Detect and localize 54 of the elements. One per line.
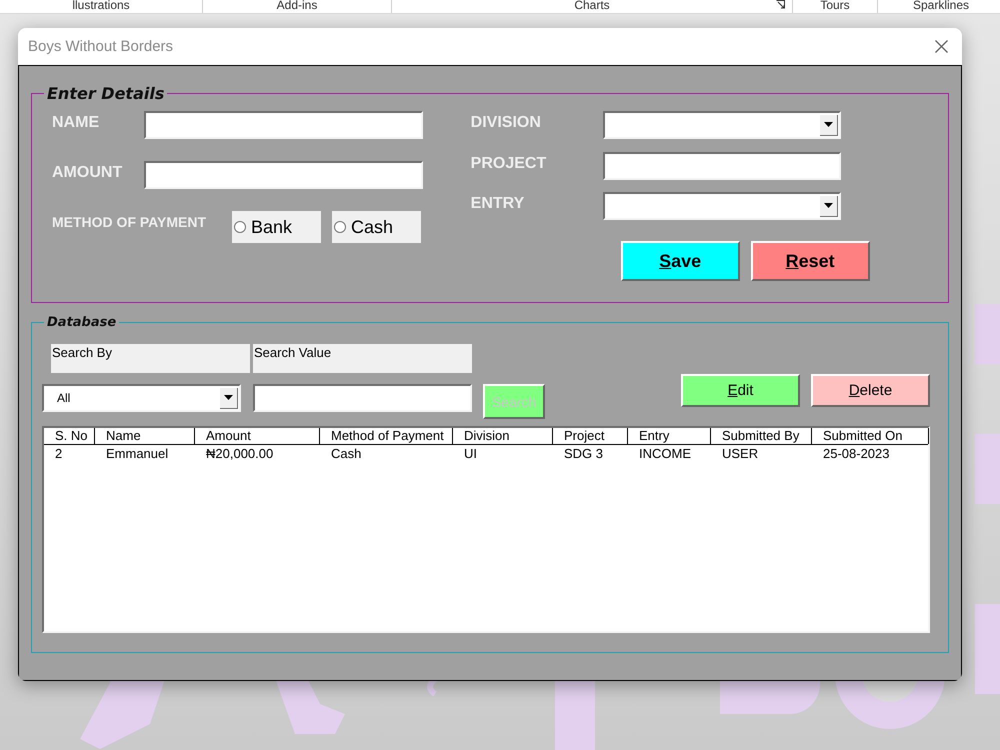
action-button[interactable]: Edit [681, 374, 800, 407]
table-cell-text: ₦20,000.00 [205, 445, 274, 462]
table-cell-text: 2 [54, 445, 64, 462]
dropdown-arrow-icon[interactable] [224, 395, 233, 400]
field-label: ENTRY [470, 194, 526, 213]
column-header[interactable]: Name [95, 428, 195, 444]
window-title: Boys Without Borders [28, 38, 174, 55]
table-cell-text: SDG 3 [563, 445, 604, 462]
field-label: NAME [52, 113, 100, 132]
ribbon-group-label: llustrations [72, 0, 130, 11]
ribbon-group-label: Sparklines [912, 0, 970, 11]
column-header[interactable]: Division [453, 428, 553, 444]
input-field[interactable] [602, 152, 841, 180]
input-field[interactable] [144, 161, 423, 189]
frame-title: Database [46, 315, 118, 330]
input-field[interactable] [144, 111, 423, 139]
field-label: DIVISION [470, 113, 542, 132]
table-cell-text: Cash [330, 445, 362, 462]
dropdown-arrow-icon[interactable] [824, 203, 833, 208]
ribbon-group-label: Charts [574, 0, 610, 11]
dialog-launcher-icon[interactable] [776, 0, 786, 9]
table-cell-text: 25-08-2023 [822, 445, 890, 462]
field-label: AMOUNT [52, 163, 124, 182]
column-header[interactable]: Method of Payment [320, 428, 453, 444]
dropdown-field[interactable] [602, 192, 841, 220]
table-cell-text: Emmanuel [105, 445, 170, 462]
column-header[interactable]: Entry [628, 428, 711, 444]
search-by-label: Search By [51, 344, 250, 373]
frame-title: Enter Details [46, 84, 166, 103]
table-cell-text: UI [463, 445, 478, 462]
radio-button[interactable] [334, 221, 346, 233]
column-header[interactable]: S. No [44, 428, 95, 444]
field-label: PROJECT [470, 154, 548, 173]
table-cell-text: USER [721, 445, 760, 462]
close-icon[interactable] [935, 40, 948, 53]
radio-option[interactable]: Bank [232, 211, 321, 243]
table-cell-text: INCOME [638, 445, 692, 462]
action-button[interactable]: Reset [750, 241, 870, 281]
column-header[interactable]: Submitted By [711, 428, 812, 444]
ribbon-group-label: Add-ins [276, 0, 318, 11]
action-button[interactable]: Save [620, 241, 740, 281]
column-header[interactable]: Amount [195, 428, 320, 444]
search-value-label: Search Value [253, 344, 472, 373]
column-header[interactable]: Project [553, 428, 628, 444]
dropdown-arrow-icon[interactable] [824, 122, 833, 127]
action-button[interactable]: Delete [811, 374, 930, 407]
ribbon-group-label: Tours [820, 0, 850, 11]
dropdown-field[interactable] [602, 111, 841, 139]
input-field[interactable] [253, 384, 472, 412]
radio-button[interactable] [234, 221, 246, 233]
field-label: METHOD OF PAYMENT [52, 213, 208, 230]
radio-option[interactable]: Cash [332, 211, 421, 243]
dropdown-field[interactable]: All [42, 384, 241, 412]
column-header[interactable]: Submitted On [812, 428, 929, 444]
